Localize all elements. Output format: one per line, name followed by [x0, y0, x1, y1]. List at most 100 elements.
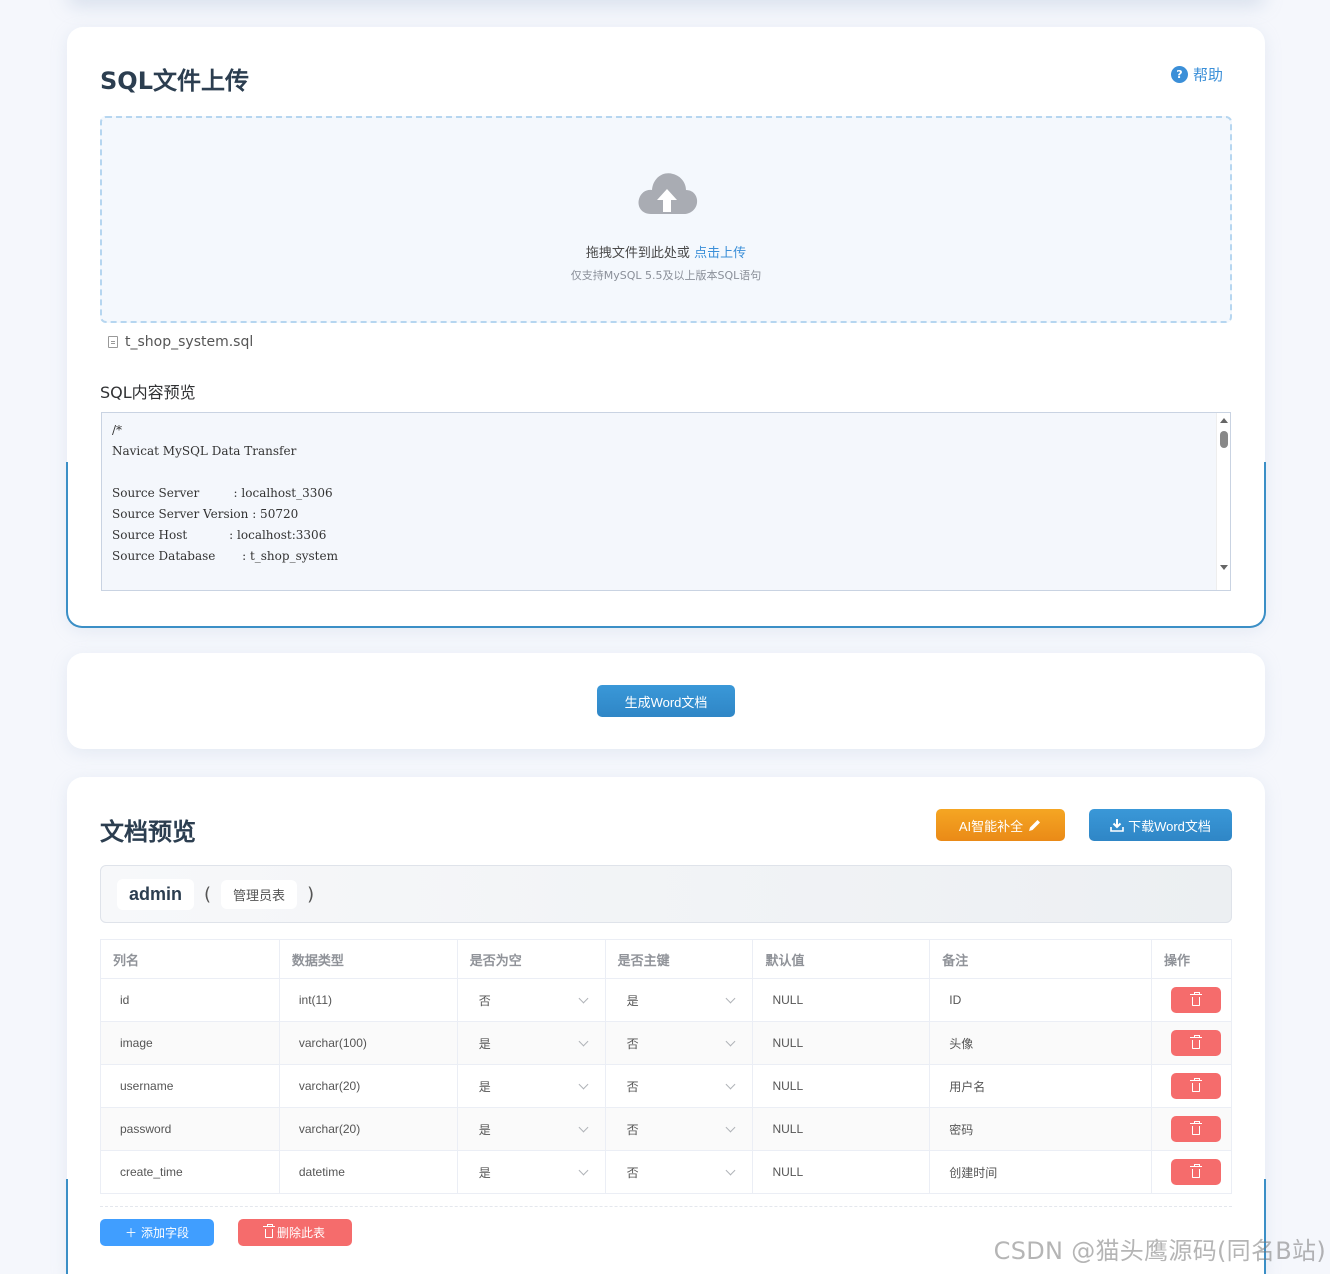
default-value[interactable]: NULL: [752, 1021, 931, 1065]
chevron-down-icon: [578, 1036, 589, 1046]
preview-title: 文档预览: [100, 818, 196, 846]
chevron-down-icon: [725, 1122, 736, 1132]
col-header-default: 默认值: [752, 939, 931, 979]
textarea-scrollbar[interactable]: [1216, 413, 1230, 590]
file-name: t_shop_system.sql: [125, 334, 254, 350]
help-label: 帮助: [1192, 66, 1223, 84]
upload-title: SQL文件上传: [100, 67, 249, 95]
nullable-value: 是: [478, 1165, 491, 1180]
generate-card: 生成Word文档: [67, 653, 1265, 749]
field-type[interactable]: datetime: [278, 1150, 458, 1194]
primary-value: 否: [626, 1122, 639, 1137]
nullable-select[interactable]: 是: [477, 1035, 605, 1052]
fields-table: 列名 数据类型 是否为空 是否主键 默认值 备注 操作 id int(11) 否…: [100, 939, 1233, 1194]
download-icon: [1110, 819, 1124, 832]
click-upload-link[interactable]: 点击上传: [694, 246, 746, 261]
delete-field-button[interactable]: [1170, 1116, 1221, 1142]
field-name[interactable]: id: [100, 978, 280, 1022]
field-name[interactable]: image: [100, 1021, 280, 1065]
primary-select[interactable]: 否: [625, 1164, 753, 1181]
uploaded-file-item[interactable]: t_shop_system.sql: [108, 334, 253, 350]
col-header-nullable: 是否为空: [456, 939, 606, 979]
nullable-select[interactable]: 是: [477, 1121, 605, 1138]
primary-value: 否: [626, 1079, 639, 1094]
col-header-comment: 备注: [929, 939, 1152, 979]
default-value[interactable]: NULL: [752, 1107, 931, 1151]
document-icon: [108, 336, 118, 348]
nullable-value: 是: [478, 1079, 491, 1094]
field-name[interactable]: password: [100, 1107, 280, 1151]
nullable-value: 否: [478, 993, 491, 1008]
scroll-thumb[interactable]: [1220, 431, 1228, 448]
download-word-button[interactable]: 下载Word文档: [1089, 809, 1232, 841]
field-comment[interactable]: 用户名: [929, 1064, 1152, 1108]
drop-instruction: 拖拽文件到此处或 点击上传: [102, 242, 1230, 261]
generate-word-button[interactable]: 生成Word文档: [597, 685, 735, 717]
nullable-value: 是: [478, 1122, 491, 1137]
default-value[interactable]: NULL: [752, 1064, 931, 1108]
trash-icon: [1189, 1034, 1202, 1049]
file-dropzone[interactable]: 拖拽文件到此处或 点击上传 仅支持MySQL 5.5及以上版本SQL语句: [100, 116, 1232, 323]
add-field-button[interactable]: ＋ 添加字段: [100, 1219, 214, 1246]
ai-complete-button[interactable]: AI智能补全: [936, 809, 1065, 841]
sql-content: /* Navicat MySQL Data Transfer Source Se…: [112, 423, 338, 563]
primary-select[interactable]: 否: [625, 1078, 753, 1095]
sql-upload-card: SQL文件上传 ? 帮助 拖拽文件到此处或 点击上传 仅支持MySQL 5.5及…: [66, 27, 1266, 628]
nullable-value: 是: [478, 1036, 491, 1051]
field-comment[interactable]: 密码: [929, 1107, 1152, 1151]
primary-value: 否: [626, 1036, 639, 1051]
field-name[interactable]: create_time: [100, 1150, 280, 1194]
table-header-bar: admin ( 管理员表 ): [100, 865, 1232, 923]
primary-select[interactable]: 否: [625, 1121, 753, 1138]
delete-field-button[interactable]: [1170, 1073, 1221, 1099]
nullable-select[interactable]: 否: [477, 992, 605, 1009]
default-value[interactable]: NULL: [752, 1150, 931, 1194]
chevron-down-icon: [578, 1079, 589, 1089]
primary-value: 是: [626, 993, 639, 1008]
chevron-down-icon: [578, 993, 589, 1003]
table-row: username varchar(20) 是 否 NULL 用户名: [100, 1064, 1233, 1108]
field-comment[interactable]: 头像: [929, 1021, 1152, 1065]
table-comment[interactable]: 管理员表: [221, 879, 298, 909]
table-name[interactable]: admin: [117, 878, 195, 910]
paren-close: ): [307, 883, 315, 905]
delete-field-button[interactable]: [1170, 987, 1221, 1013]
chevron-down-icon: [725, 1079, 736, 1089]
question-circle-icon: ?: [1170, 66, 1188, 83]
field-type[interactable]: int(11): [278, 978, 458, 1022]
trash-icon: [1189, 1163, 1202, 1178]
trash-icon: [1189, 1077, 1202, 1092]
primary-select[interactable]: 否: [625, 1035, 753, 1052]
document-preview-card: 文档预览 AI智能补全 下载Word文档 admin ( 管理员表 ) 列名 数…: [66, 777, 1266, 1274]
field-type[interactable]: varchar(20): [278, 1064, 458, 1108]
field-comment[interactable]: 创建时间: [929, 1150, 1152, 1194]
chevron-down-icon: [578, 1122, 589, 1132]
primary-value: 否: [626, 1165, 639, 1180]
add-field-label: 添加字段: [141, 1226, 190, 1240]
table-row: image varchar(100) 是 否 NULL 头像: [100, 1021, 1233, 1065]
default-value[interactable]: NULL: [752, 978, 931, 1022]
col-header-type: 数据类型: [278, 939, 458, 979]
table-row: password varchar(20) 是 否 NULL 密码: [100, 1107, 1233, 1151]
ai-complete-label: AI智能补全: [958, 818, 1024, 834]
delete-field-button[interactable]: [1170, 1030, 1221, 1056]
delete-field-button[interactable]: [1170, 1159, 1221, 1185]
primary-select[interactable]: 是: [625, 992, 753, 1009]
sql-content-textarea[interactable]: /* Navicat MySQL Data Transfer Source Se…: [101, 412, 1231, 591]
field-type[interactable]: varchar(20): [278, 1107, 458, 1151]
chevron-down-icon: [725, 1165, 736, 1175]
chevron-down-icon: [725, 1036, 736, 1046]
field-name[interactable]: username: [100, 1064, 280, 1108]
scroll-up-arrow-icon[interactable]: [1220, 418, 1228, 423]
field-comment[interactable]: ID: [929, 978, 1152, 1022]
drop-text: 拖拽文件到此处或: [585, 246, 690, 261]
plus-icon: ＋: [124, 1226, 137, 1240]
scroll-down-arrow-icon[interactable]: [1220, 565, 1228, 570]
nullable-select[interactable]: 是: [477, 1078, 605, 1095]
field-type[interactable]: varchar(100): [278, 1021, 458, 1065]
col-header-actions: 操作: [1150, 939, 1233, 979]
delete-table-button[interactable]: 删除此表: [238, 1219, 352, 1246]
sql-preview-label: SQL内容预览: [100, 383, 196, 402]
help-link[interactable]: ? 帮助: [1170, 64, 1223, 85]
nullable-select[interactable]: 是: [477, 1164, 605, 1181]
